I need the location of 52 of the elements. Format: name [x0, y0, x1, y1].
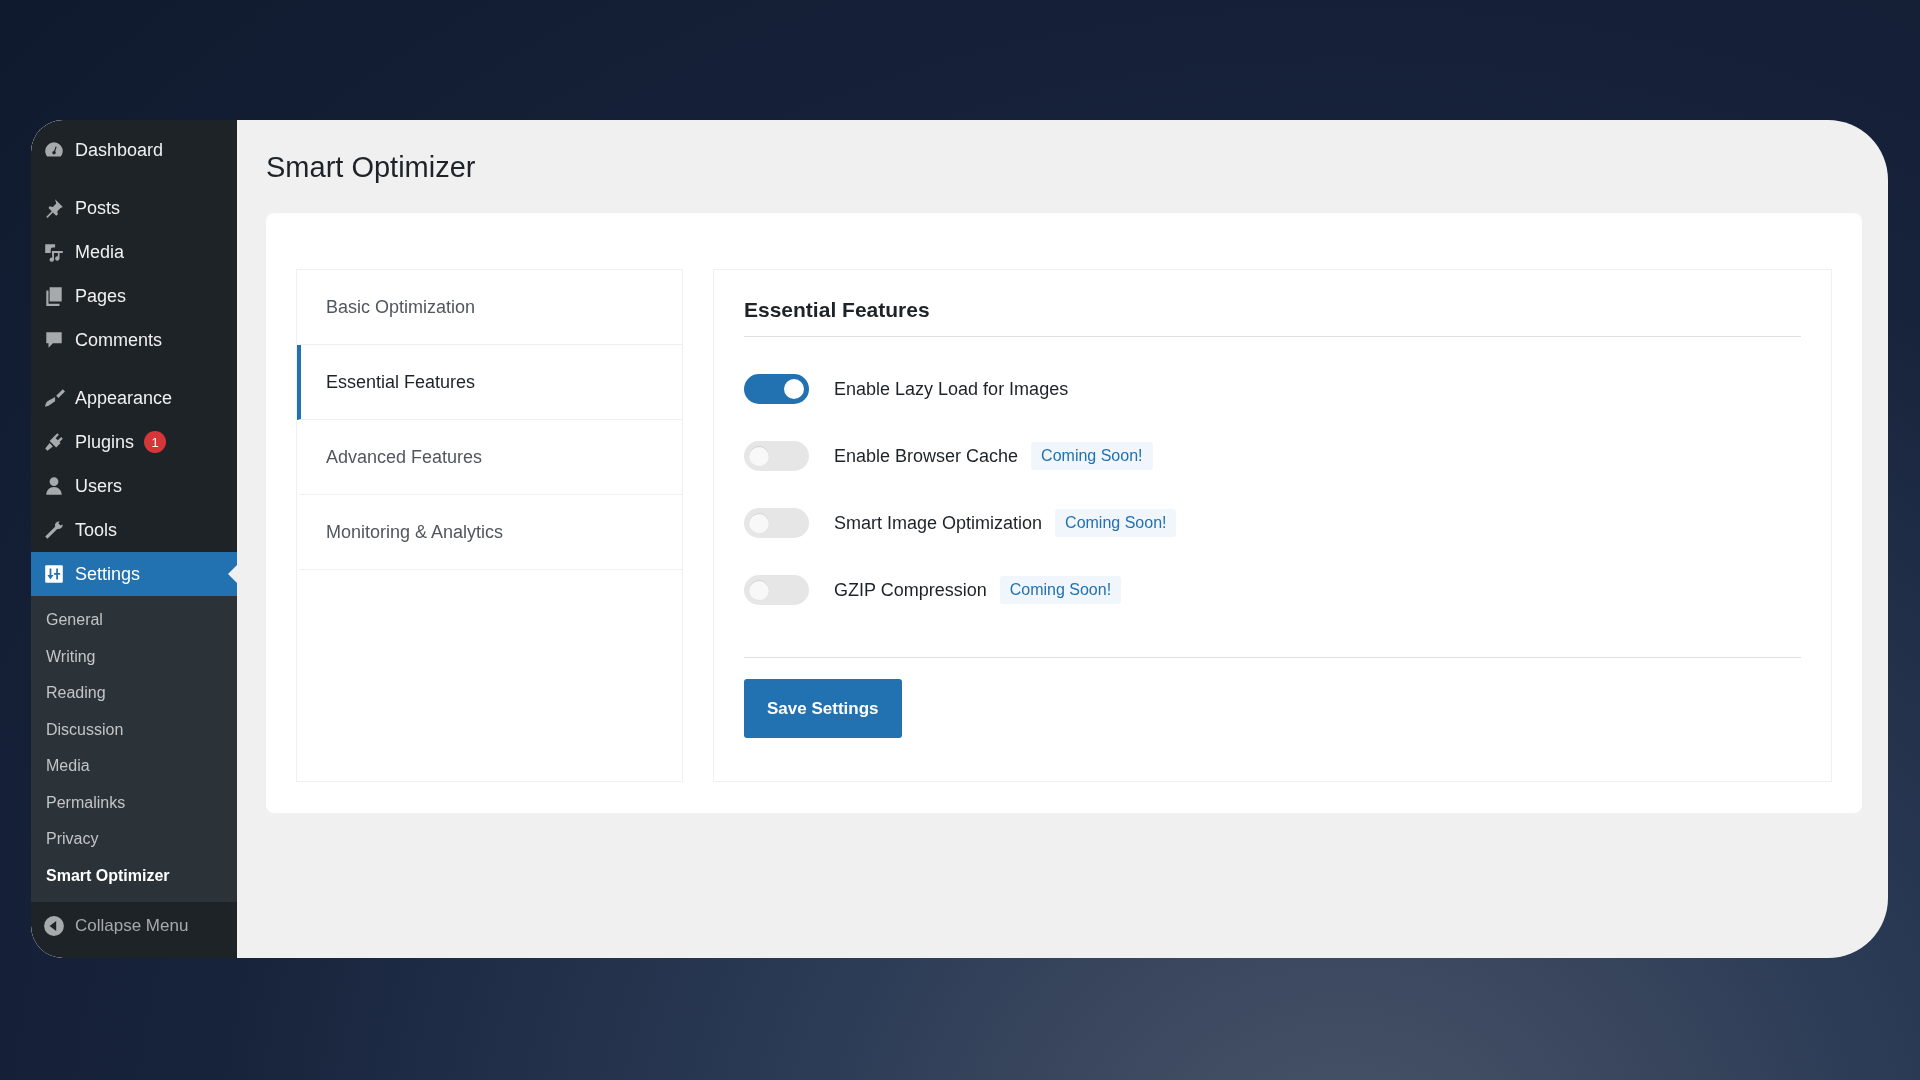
sidebar-menu-item[interactable]: Posts	[31, 186, 237, 230]
user-icon	[43, 475, 65, 497]
menu-label: Pages	[75, 285, 127, 307]
sidebar-menu-item[interactable]: Media	[31, 230, 237, 274]
sidebar-menu-item[interactable]: Comments	[31, 318, 237, 362]
submenu-item[interactable]: Smart Optimizer	[31, 857, 237, 894]
sidebar-menu-item[interactable]: Pages	[31, 274, 237, 318]
menu-label: Users	[75, 475, 122, 497]
wrench-icon	[43, 519, 65, 541]
menu-label: Posts	[75, 197, 121, 219]
menu-label: Dashboard	[75, 139, 164, 161]
menu-label: Plugins	[75, 431, 135, 453]
sidebar-menu-item[interactable]: Tools	[31, 508, 237, 552]
save-settings-button[interactable]: Save Settings	[744, 679, 902, 738]
coming-soon-badge: Coming Soon!	[1031, 442, 1153, 470]
media-icon	[43, 241, 65, 263]
submenu-item[interactable]: Writing	[31, 638, 237, 675]
option-label: GZIP Compression	[834, 579, 987, 601]
menu-label: Tools	[75, 519, 118, 541]
option-label: Enable Lazy Load for Images	[834, 378, 1069, 400]
menu-label: Media	[75, 241, 125, 263]
submenu-item[interactable]: Discussion	[31, 711, 237, 748]
pages-icon	[43, 285, 65, 307]
coming-soon-badge: Coming Soon!	[1055, 509, 1177, 537]
sidebar-menu-item[interactable]: Plugins 1	[31, 420, 237, 464]
menu-label: Settings	[75, 563, 141, 585]
coming-soon-badge: Coming Soon!	[999, 576, 1122, 604]
sidebar-menu-item[interactable]: Settings	[31, 552, 237, 596]
settings-tab[interactable]: Monitoring & Analytics	[297, 495, 682, 570]
menu-label: Comments	[75, 329, 163, 351]
submenu-item[interactable]: Permalinks	[31, 784, 237, 821]
page-title: Smart Optimizer	[266, 150, 477, 185]
settings-tab[interactable]: Advanced Features	[297, 420, 682, 495]
paintbrush-icon	[43, 387, 65, 409]
sidebar-menu-item[interactable]: Dashboard	[31, 128, 237, 172]
submenu-item[interactable]: General	[31, 602, 237, 639]
submenu-item[interactable]: Privacy	[31, 821, 237, 858]
collapse-menu-button[interactable]: Collapse Menu	[31, 902, 237, 950]
update-count-badge: 1	[144, 431, 167, 453]
settings-tab[interactable]: Essential Features	[297, 345, 682, 420]
sidebar-menu-item[interactable]: Users	[31, 464, 237, 508]
section-heading: Essential Features	[744, 290, 1801, 337]
settings-tab[interactable]: Basic Optimization	[297, 270, 682, 345]
submenu-item[interactable]: Reading	[31, 675, 237, 712]
sliders-icon	[43, 563, 65, 585]
submenu-item[interactable]: Media	[31, 748, 237, 785]
toggle-switch[interactable]	[744, 374, 809, 404]
plug-icon	[43, 431, 65, 453]
option-label: Smart Image Optimization	[834, 512, 1043, 534]
sidebar-menu-item[interactable]: Appearance	[31, 376, 237, 420]
menu-label: Appearance	[75, 387, 173, 409]
option-label: Enable Browser Cache	[834, 445, 1019, 467]
